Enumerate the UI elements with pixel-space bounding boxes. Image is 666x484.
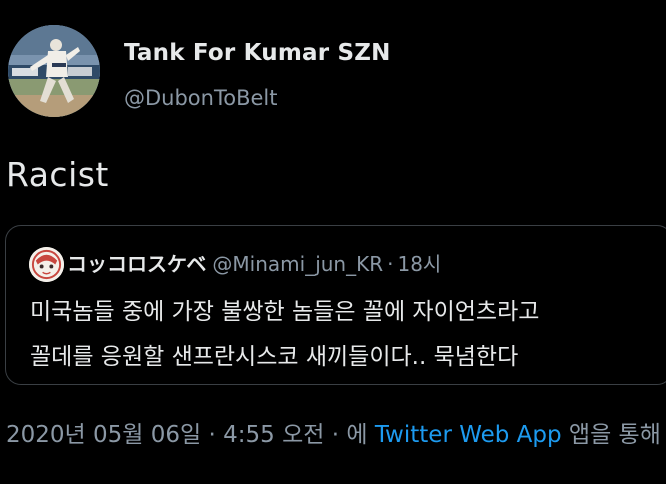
quoted-tweet-display-name[interactable]: コッコロスケベ	[67, 252, 206, 276]
meta-separator: ·	[201, 422, 224, 448]
author-display-name[interactable]: Tank For Kumar SZN	[124, 40, 391, 66]
quoted-tweet-text-line-1: 미국놈들 중에 가장 불쌍한 놈들은 꼴에 자이언츠라고	[30, 299, 540, 325]
baseball-pitcher-photo-icon	[8, 25, 100, 117]
quoted-tweet-avatar[interactable]	[29, 247, 64, 282]
source-app-link[interactable]: Twitter Web App	[375, 422, 562, 448]
quoted-tweet-time[interactable]: 18시	[397, 252, 441, 276]
quoted-tweet-header: コッコロスケベ @Minami_jun_KR · 18시	[67, 251, 441, 277]
tweet-date[interactable]: 2020년 05월 06일	[6, 422, 201, 448]
quoted-tweet-text-line-2: 꼴데를 응원할 샌프란시스코 새끼들이다.. 묵념한다	[30, 344, 519, 370]
tweet-text: Racist	[6, 155, 109, 194]
anime-character-avatar-icon	[29, 247, 64, 282]
author-avatar[interactable]	[8, 25, 100, 117]
quoted-tweet-handle[interactable]: @Minami_jun_KR	[212, 252, 383, 276]
tweet-time[interactable]: 4:55 오전	[223, 422, 324, 448]
via-suffix: 앱을 통해	[561, 422, 661, 448]
meta-separator: ·	[324, 422, 347, 448]
author-handle[interactable]: @DubonToBelt	[124, 86, 277, 110]
quoted-tweet-separator: ·	[387, 252, 394, 276]
via-prefix: 에	[346, 422, 375, 448]
tweet-metadata: 2020년 05월 06일 · 4:55 오전 · 에 Twitter Web …	[6, 417, 662, 453]
